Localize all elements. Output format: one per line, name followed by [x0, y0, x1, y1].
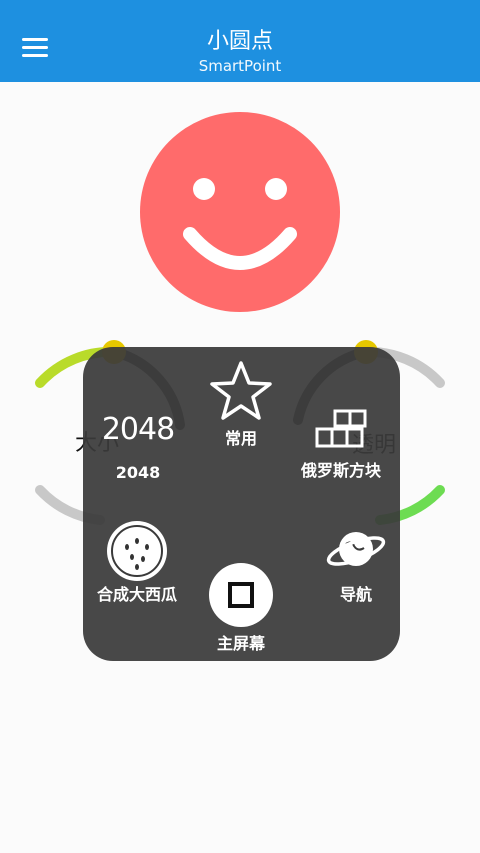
home-button-icon	[209, 563, 273, 627]
planet-icon	[326, 532, 386, 566]
smiley-face-icon	[140, 112, 340, 312]
app-subtitle: SmartPoint	[198, 57, 282, 75]
menu-item-label: 常用	[224, 429, 257, 448]
2048-icon: 2048	[101, 412, 175, 447]
tetris-blocks-icon	[315, 409, 367, 448]
app-bar: 小圆点 SmartPoint	[0, 0, 480, 82]
menu-item-label: 导航	[339, 585, 372, 604]
app-title: 小圆点	[206, 29, 273, 54]
watermelon-icon	[107, 521, 167, 581]
floating-menu-panel: 常用 2048 2048 俄罗斯方块 合成大西瓜 导航 主屏幕	[83, 347, 400, 661]
menu-item-label: 2048	[115, 463, 161, 482]
star-icon	[210, 361, 272, 420]
menu-item-2048[interactable]: 2048 2048	[93, 412, 183, 482]
menu-item-label: 合成大西瓜	[96, 585, 177, 604]
menu-item-navigation[interactable]: 导航	[311, 522, 401, 605]
menu-item-label: 俄罗斯方块	[300, 461, 381, 480]
menu-item-watermelon[interactable]: 合成大西瓜	[87, 519, 187, 605]
menu-item-home-screen[interactable]: 主屏幕	[196, 562, 286, 654]
menu-item-label: 主屏幕	[216, 634, 265, 653]
menu-item-tetris[interactable]: 俄罗斯方块	[286, 409, 396, 481]
menu-item-favorites[interactable]: 常用	[196, 359, 286, 449]
